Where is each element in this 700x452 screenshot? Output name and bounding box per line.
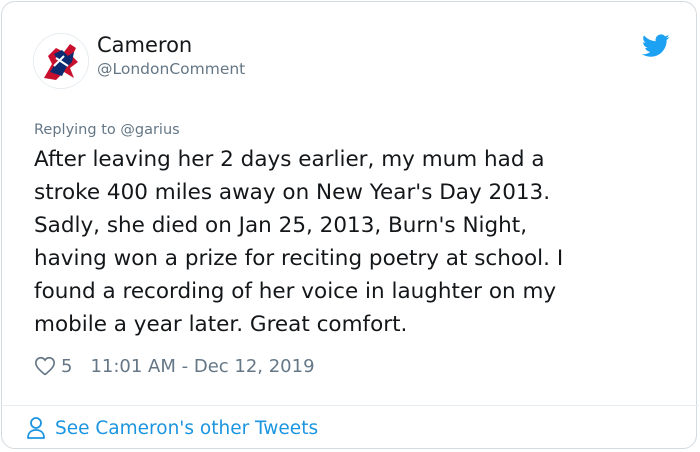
twitter-bird-icon[interactable]: [642, 34, 670, 58]
heart-icon[interactable]: [34, 355, 56, 377]
user-name[interactable]: Cameron: [97, 33, 192, 57]
divider: [3, 405, 699, 406]
replying-to-prefix: Replying to: [34, 122, 121, 138]
avatar-image: [34, 34, 88, 88]
tweet-card: Cameron @LondonComment Replying to @gari…: [1, 1, 699, 449]
replying-to-handle[interactable]: @garius: [120, 122, 179, 138]
see-other-tweets-label: See Cameron's other Tweets: [55, 417, 319, 439]
avatar[interactable]: [33, 33, 89, 89]
user-handle[interactable]: @LondonComment: [97, 60, 245, 78]
tweet-timestamp[interactable]: 11:01 AM - Dec 12, 2019: [90, 356, 314, 377]
tweet-meta: 5 11:01 AM - Dec 12, 2019: [34, 353, 315, 379]
person-icon: [27, 417, 45, 439]
tweet-text: After leaving her 2 days earlier, my mum…: [34, 147, 564, 337]
see-other-tweets-link[interactable]: See Cameron's other Tweets: [26, 416, 318, 440]
replying-to: Replying to @garius: [34, 122, 180, 138]
like-count[interactable]: 5: [61, 356, 72, 377]
